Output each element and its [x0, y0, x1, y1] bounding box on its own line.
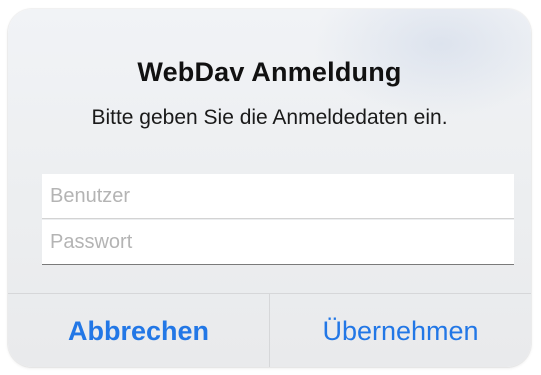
dialog-title: WebDav Anmeldung	[137, 57, 402, 87]
username-field[interactable]	[42, 174, 514, 219]
dialog-message: Bitte geben Sie die Anmeldedaten ein.	[91, 106, 448, 129]
password-field[interactable]	[42, 220, 514, 265]
login-dialog: WebDav Anmeldung Bitte geben Sie die Anm…	[8, 9, 531, 367]
cancel-button[interactable]: Abbrechen	[8, 294, 270, 367]
confirm-button[interactable]: Übernehmen	[270, 294, 531, 367]
button-row: Abbrechen Übernehmen	[8, 293, 531, 367]
